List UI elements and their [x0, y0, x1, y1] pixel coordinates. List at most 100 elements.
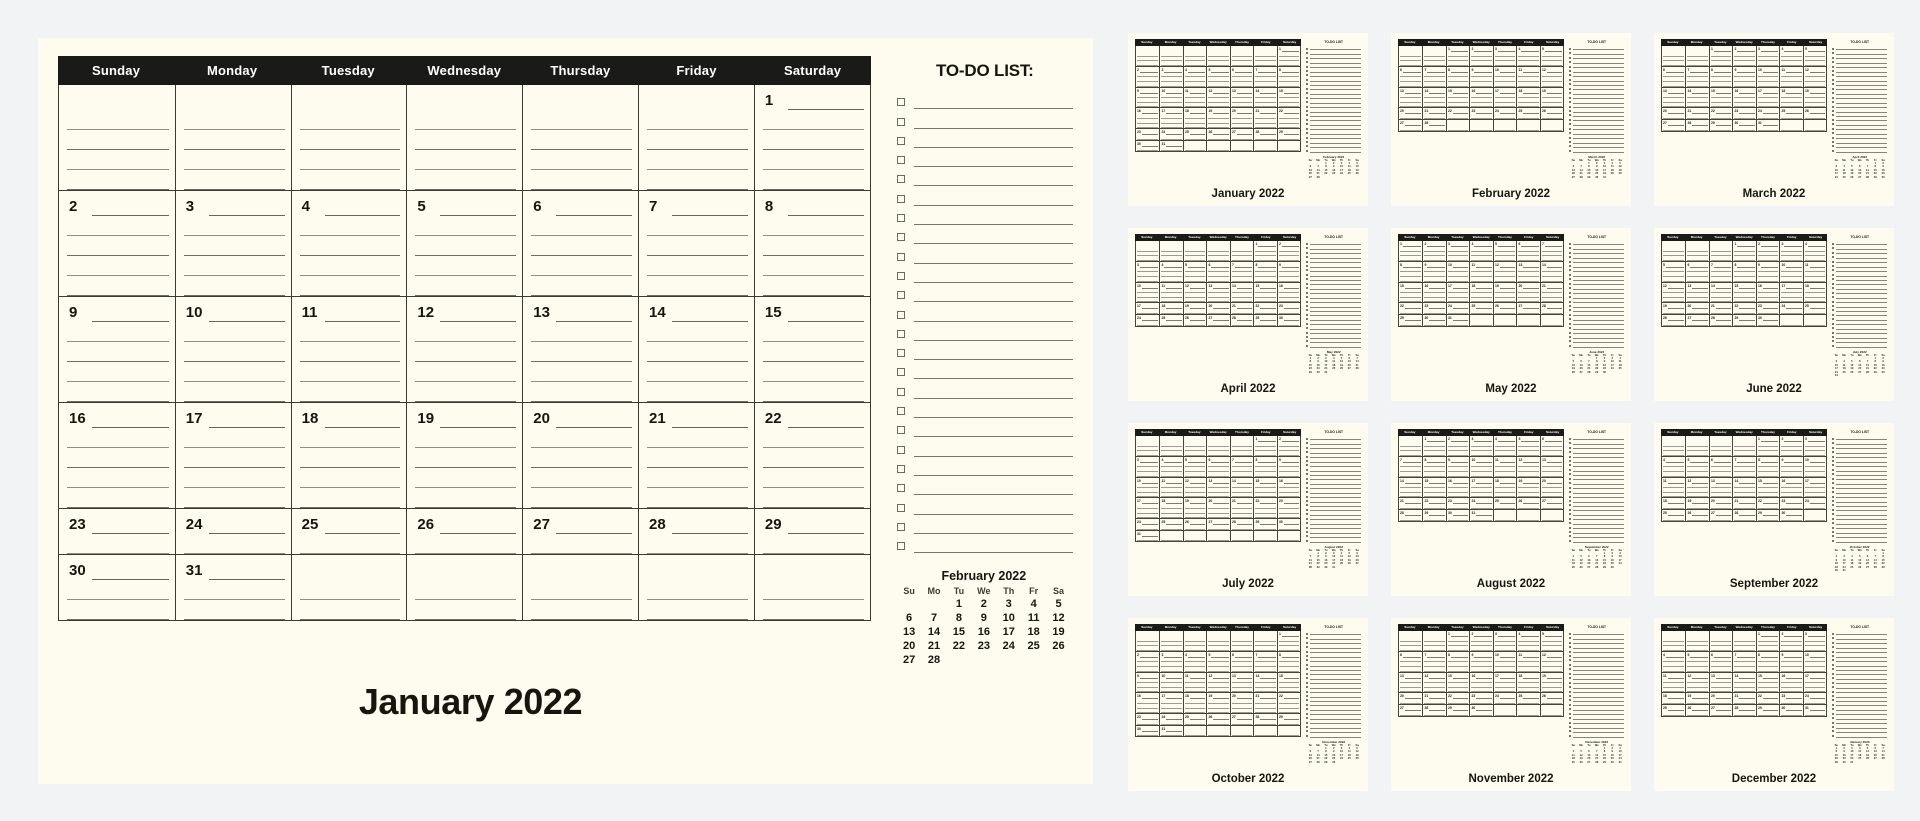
writing-rule[interactable] [531, 534, 633, 554]
writing-rule[interactable] [183, 322, 285, 342]
todo-checkbox-icon[interactable] [896, 349, 905, 358]
date-writing-rule[interactable] [672, 215, 748, 216]
day-cell-27[interactable]: 27 [522, 509, 638, 554]
month-thumbnail[interactable]: Sunday Monday Tuesday Wednesday Thursday Frid… [1128, 33, 1368, 216]
writing-rule[interactable] [762, 130, 864, 150]
todo-checkbox-icon[interactable] [896, 233, 905, 242]
writing-rule[interactable] [531, 216, 633, 236]
todo-checkbox-icon[interactable] [896, 407, 905, 416]
day-cell-21[interactable]: 21 [638, 403, 754, 508]
writing-rule[interactable] [531, 150, 633, 170]
todo-writing-rule[interactable] [913, 552, 1073, 554]
date-writing-rule[interactable] [92, 215, 169, 216]
writing-rule[interactable] [762, 322, 864, 342]
day-cell-empty[interactable] [638, 555, 754, 620]
date-writing-rule[interactable] [787, 533, 864, 534]
writing-rule[interactable] [299, 322, 401, 342]
month-thumbnail[interactable]: Sunday Monday Tuesday Wednesday Thursday Frid… [1654, 228, 1894, 411]
writing-rule[interactable] [647, 236, 748, 256]
writing-rule[interactable] [183, 150, 285, 170]
writing-rule[interactable] [647, 362, 748, 382]
day-cell-2[interactable]: 2 [59, 191, 175, 296]
mini-day-15[interactable]: 15 [946, 626, 971, 639]
todo-checkbox-icon[interactable] [896, 387, 905, 396]
todo-checkbox-icon[interactable] [896, 426, 905, 435]
todo-checkbox-icon[interactable] [896, 136, 905, 145]
mini-day-10[interactable]: 10 [996, 612, 1021, 625]
date-writing-rule[interactable] [556, 215, 633, 216]
mini-day-27[interactable]: 27 [897, 654, 922, 667]
date-writing-rule[interactable] [672, 427, 748, 428]
todo-checkbox-icon[interactable] [896, 214, 905, 223]
writing-rule[interactable] [415, 362, 517, 382]
month-thumbnail[interactable]: Sunday Monday Tuesday Wednesday Thursday Frid… [1654, 33, 1894, 216]
mini-day-24[interactable]: 24 [996, 640, 1021, 653]
writing-rule[interactable] [762, 600, 864, 620]
writing-rule[interactable] [183, 342, 285, 362]
month-thumbnail[interactable]: Sunday Monday Tuesday Wednesday Thursday Frid… [1654, 618, 1894, 801]
mini-day-22[interactable]: 22 [946, 640, 971, 653]
todo-checkbox-icon[interactable] [896, 522, 905, 531]
day-cell-17[interactable]: 17 [174, 403, 291, 508]
writing-rule[interactable] [67, 580, 169, 600]
date-writing-rule[interactable] [92, 427, 169, 428]
writing-rule[interactable] [647, 488, 748, 508]
writing-rule[interactable] [762, 110, 864, 130]
day-cell-25[interactable]: 25 [290, 509, 407, 554]
day-cell-22[interactable]: 22 [753, 403, 870, 508]
writing-rule[interactable] [531, 342, 633, 362]
writing-rule[interactable] [531, 468, 633, 488]
writing-rule[interactable] [415, 428, 517, 448]
todo-checkbox-icon[interactable] [896, 194, 905, 203]
writing-rule[interactable] [762, 170, 864, 190]
date-writing-rule[interactable] [672, 533, 748, 534]
writing-rule[interactable] [647, 322, 748, 342]
mini-day-21[interactable]: 21 [922, 640, 947, 653]
todo-checkbox-icon[interactable] [896, 291, 905, 300]
day-cell-7[interactable]: 7 [638, 191, 754, 296]
day-cell-empty[interactable] [638, 85, 754, 190]
day-cell-9[interactable]: 9 [59, 297, 175, 402]
writing-rule[interactable] [67, 256, 169, 276]
writing-rule[interactable] [299, 130, 401, 150]
day-cell-24[interactable]: 24 [174, 509, 291, 554]
writing-rule[interactable] [299, 276, 401, 296]
writing-rule[interactable] [762, 342, 864, 362]
writing-rule[interactable] [183, 236, 285, 256]
date-writing-rule[interactable] [556, 533, 633, 534]
writing-rule[interactable] [67, 322, 169, 342]
writing-rule[interactable] [299, 488, 401, 508]
mini-day-20[interactable]: 20 [897, 640, 922, 653]
writing-rule[interactable] [647, 468, 748, 488]
date-writing-rule[interactable] [787, 215, 864, 216]
todo-checkbox-icon[interactable] [896, 156, 905, 165]
month-thumbnail[interactable]: Sunday Monday Tuesday Wednesday Thursday Frid… [1391, 423, 1631, 606]
date-writing-rule[interactable] [92, 579, 169, 580]
date-writing-rule[interactable] [440, 215, 517, 216]
writing-rule[interactable] [183, 276, 285, 296]
writing-rule[interactable] [647, 276, 748, 296]
mini-day-12[interactable]: 12 [1046, 612, 1071, 625]
date-writing-rule[interactable] [208, 579, 285, 580]
todo-checkbox-icon[interactable] [896, 464, 905, 473]
date-writing-rule[interactable] [92, 533, 169, 534]
day-cell-12[interactable]: 12 [406, 297, 522, 402]
writing-rule[interactable] [183, 428, 285, 448]
writing-rule[interactable] [531, 580, 633, 600]
day-cell-empty[interactable] [290, 555, 407, 620]
writing-rule[interactable] [67, 236, 169, 256]
mini-day-2[interactable]: 2 [971, 598, 996, 611]
writing-rule[interactable] [531, 448, 633, 468]
writing-rule[interactable] [299, 534, 401, 554]
mini-day-4[interactable]: 4 [1021, 598, 1046, 611]
writing-rule[interactable] [299, 382, 401, 402]
writing-rule[interactable] [183, 448, 285, 468]
date-writing-rule[interactable] [208, 215, 285, 216]
writing-rule[interactable] [67, 468, 169, 488]
writing-rule[interactable] [415, 580, 517, 600]
writing-rule[interactable] [647, 110, 748, 130]
writing-rule[interactable] [647, 448, 748, 468]
date-writing-rule[interactable] [324, 215, 401, 216]
month-thumbnail[interactable]: Sunday Monday Tuesday Wednesday Thursday Frid… [1654, 423, 1894, 606]
todo-checkbox-icon[interactable] [896, 175, 905, 184]
